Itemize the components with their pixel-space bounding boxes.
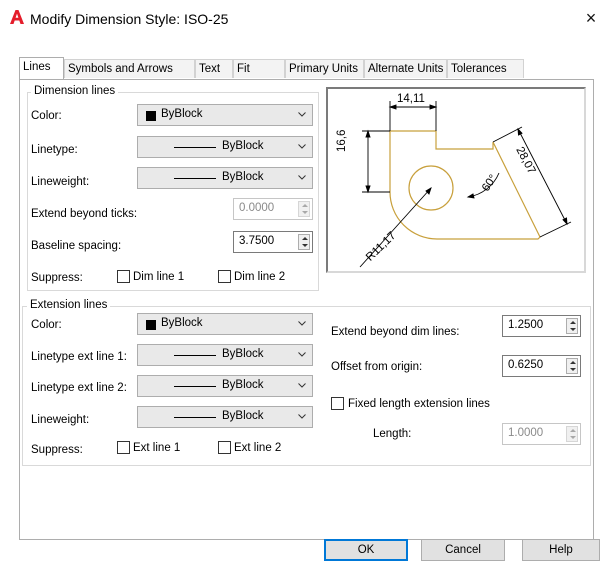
ext-line-2-label: Ext line 2: [234, 442, 282, 454]
dim-line-1-checkbox[interactable]: [117, 270, 130, 283]
ext-line-1-label: Ext line 1: [133, 442, 181, 454]
baseline-spacing-spinner[interactable]: 3.7500: [233, 231, 313, 253]
chevron-down-icon: [298, 383, 306, 388]
linetype-ext-line-2-dropdown[interactable]: ByBlock: [137, 375, 313, 397]
tab-symbols-and-arrows[interactable]: Symbols and Arrows: [64, 59, 195, 78]
tab-alternate-units[interactable]: Alternate Units: [364, 59, 447, 78]
ext-color-label: Color:: [31, 319, 62, 331]
linetype-preview-line: [174, 147, 216, 148]
extend-beyond-dim-lines-label: Extend beyond dim lines:: [331, 326, 460, 338]
tab-fit[interactable]: Fit: [233, 59, 285, 78]
dim-color-dropdown[interactable]: ByBlock: [137, 104, 313, 126]
extend-beyond-ticks-value: 0.0000: [239, 202, 275, 214]
length-spinner[interactable]: 1.0000: [502, 423, 581, 445]
offset-from-origin-spinner[interactable]: 0.6250: [502, 355, 581, 377]
dim-color-value: ByBlock: [161, 108, 203, 120]
title-bar: Modify Dimension Style: ISO-25 ×: [0, 0, 602, 40]
chevron-down-icon: [298, 321, 306, 326]
preview-dim-top: 14,11: [397, 93, 425, 105]
ext-color-value: ByBlock: [161, 317, 203, 329]
spinner-arrows-icon[interactable]: [298, 234, 310, 250]
fixed-length-label: Fixed length extension lines: [348, 398, 490, 410]
close-icon[interactable]: ×: [580, 6, 602, 32]
linetype-ext-line-1-label: Linetype ext line 1:: [31, 351, 127, 363]
ext-line-1-checkbox[interactable]: [117, 441, 130, 454]
linetype-ext-line-1-dropdown[interactable]: ByBlock: [137, 344, 313, 366]
chevron-down-icon: [298, 112, 306, 117]
color-swatch-black: [146, 320, 156, 330]
dim-line-1-label: Dim line 1: [133, 271, 185, 283]
chevron-down-icon: [298, 352, 306, 357]
dim-lineweight-label: Lineweight:: [31, 176, 90, 188]
help-button[interactable]: Help: [522, 539, 600, 561]
baseline-spacing-label: Baseline spacing:: [31, 240, 122, 252]
ext-lineweight-label: Lineweight:: [31, 414, 90, 426]
chevron-down-icon: [298, 144, 306, 149]
ext-lineweight-value: ByBlock: [222, 410, 264, 422]
length-label: Length:: [373, 428, 412, 440]
dim-suppress-label: Suppress:: [31, 272, 83, 284]
dimension-lines-legend: Dimension lines: [31, 85, 119, 97]
extend-beyond-dim-lines-spinner[interactable]: 1.2500: [502, 315, 581, 337]
chevron-down-icon: [298, 175, 306, 180]
dim-lineweight-dropdown[interactable]: ByBlock: [137, 167, 313, 189]
preview-drawing: [359, 101, 572, 268]
linetype-ext-line-2-label: Linetype ext line 2:: [31, 382, 127, 394]
tab-lines[interactable]: Lines: [19, 57, 64, 79]
linetype-preview-line: [174, 355, 216, 356]
lineweight-preview-line: [174, 178, 216, 179]
extend-beyond-ticks-label: Extend beyond ticks:: [31, 208, 138, 220]
tab-text[interactable]: Text: [195, 59, 233, 78]
dim-linetype-dropdown[interactable]: ByBlock: [137, 136, 313, 158]
tab-primary-units[interactable]: Primary Units: [285, 59, 364, 78]
preview-dim-left: 16,6: [336, 129, 348, 152]
ext-color-dropdown[interactable]: ByBlock: [137, 313, 313, 335]
spinner-arrows-icon[interactable]: [566, 318, 578, 334]
ext-line-2-checkbox[interactable]: [218, 441, 231, 454]
spinner-arrows-icon[interactable]: [566, 426, 578, 442]
baseline-spacing-value: 3.7500: [239, 235, 275, 247]
linetype-ext-line-2-value: ByBlock: [222, 379, 264, 391]
extend-beyond-ticks-spinner[interactable]: 0.0000: [233, 198, 313, 220]
window-title: Modify Dimension Style: ISO-25: [30, 11, 229, 27]
dimension-preview: 14,11 16,6 28,07 60° R11,17: [326, 87, 586, 273]
ok-button[interactable]: OK: [324, 539, 408, 561]
spinner-arrows-icon[interactable]: [566, 358, 578, 374]
dim-lineweight-value: ByBlock: [222, 171, 264, 183]
extension-lines-legend: Extension lines: [27, 299, 111, 311]
length-value: 1.0000: [508, 427, 544, 439]
tab-tolerances[interactable]: Tolerances: [447, 59, 524, 78]
linetype-preview-line: [174, 386, 216, 387]
ext-suppress-label: Suppress:: [31, 444, 83, 456]
chevron-down-icon: [298, 414, 306, 419]
linetype-ext-line-1-value: ByBlock: [222, 348, 264, 360]
dim-linetype-label: Linetype:: [31, 144, 78, 156]
extend-beyond-dim-lines-value: 1.2500: [508, 319, 544, 331]
tab-strip: Lines Symbols and Arrows Text Fit Primar…: [19, 57, 524, 80]
dim-line-2-label: Dim line 2: [234, 271, 286, 283]
color-swatch-black: [146, 111, 156, 121]
ext-lineweight-dropdown[interactable]: ByBlock: [137, 406, 313, 428]
lineweight-preview-line: [174, 417, 216, 418]
autocad-a-icon: [10, 10, 24, 24]
fixed-length-checkbox[interactable]: [331, 397, 344, 410]
dim-line-2-checkbox[interactable]: [218, 270, 231, 283]
spinner-arrows-icon[interactable]: [298, 201, 310, 217]
offset-from-origin-value: 0.6250: [508, 359, 544, 371]
offset-from-origin-label: Offset from origin:: [331, 361, 423, 373]
cancel-button[interactable]: Cancel: [421, 539, 505, 561]
dim-linetype-value: ByBlock: [222, 140, 264, 152]
dim-color-label: Color:: [31, 110, 62, 122]
